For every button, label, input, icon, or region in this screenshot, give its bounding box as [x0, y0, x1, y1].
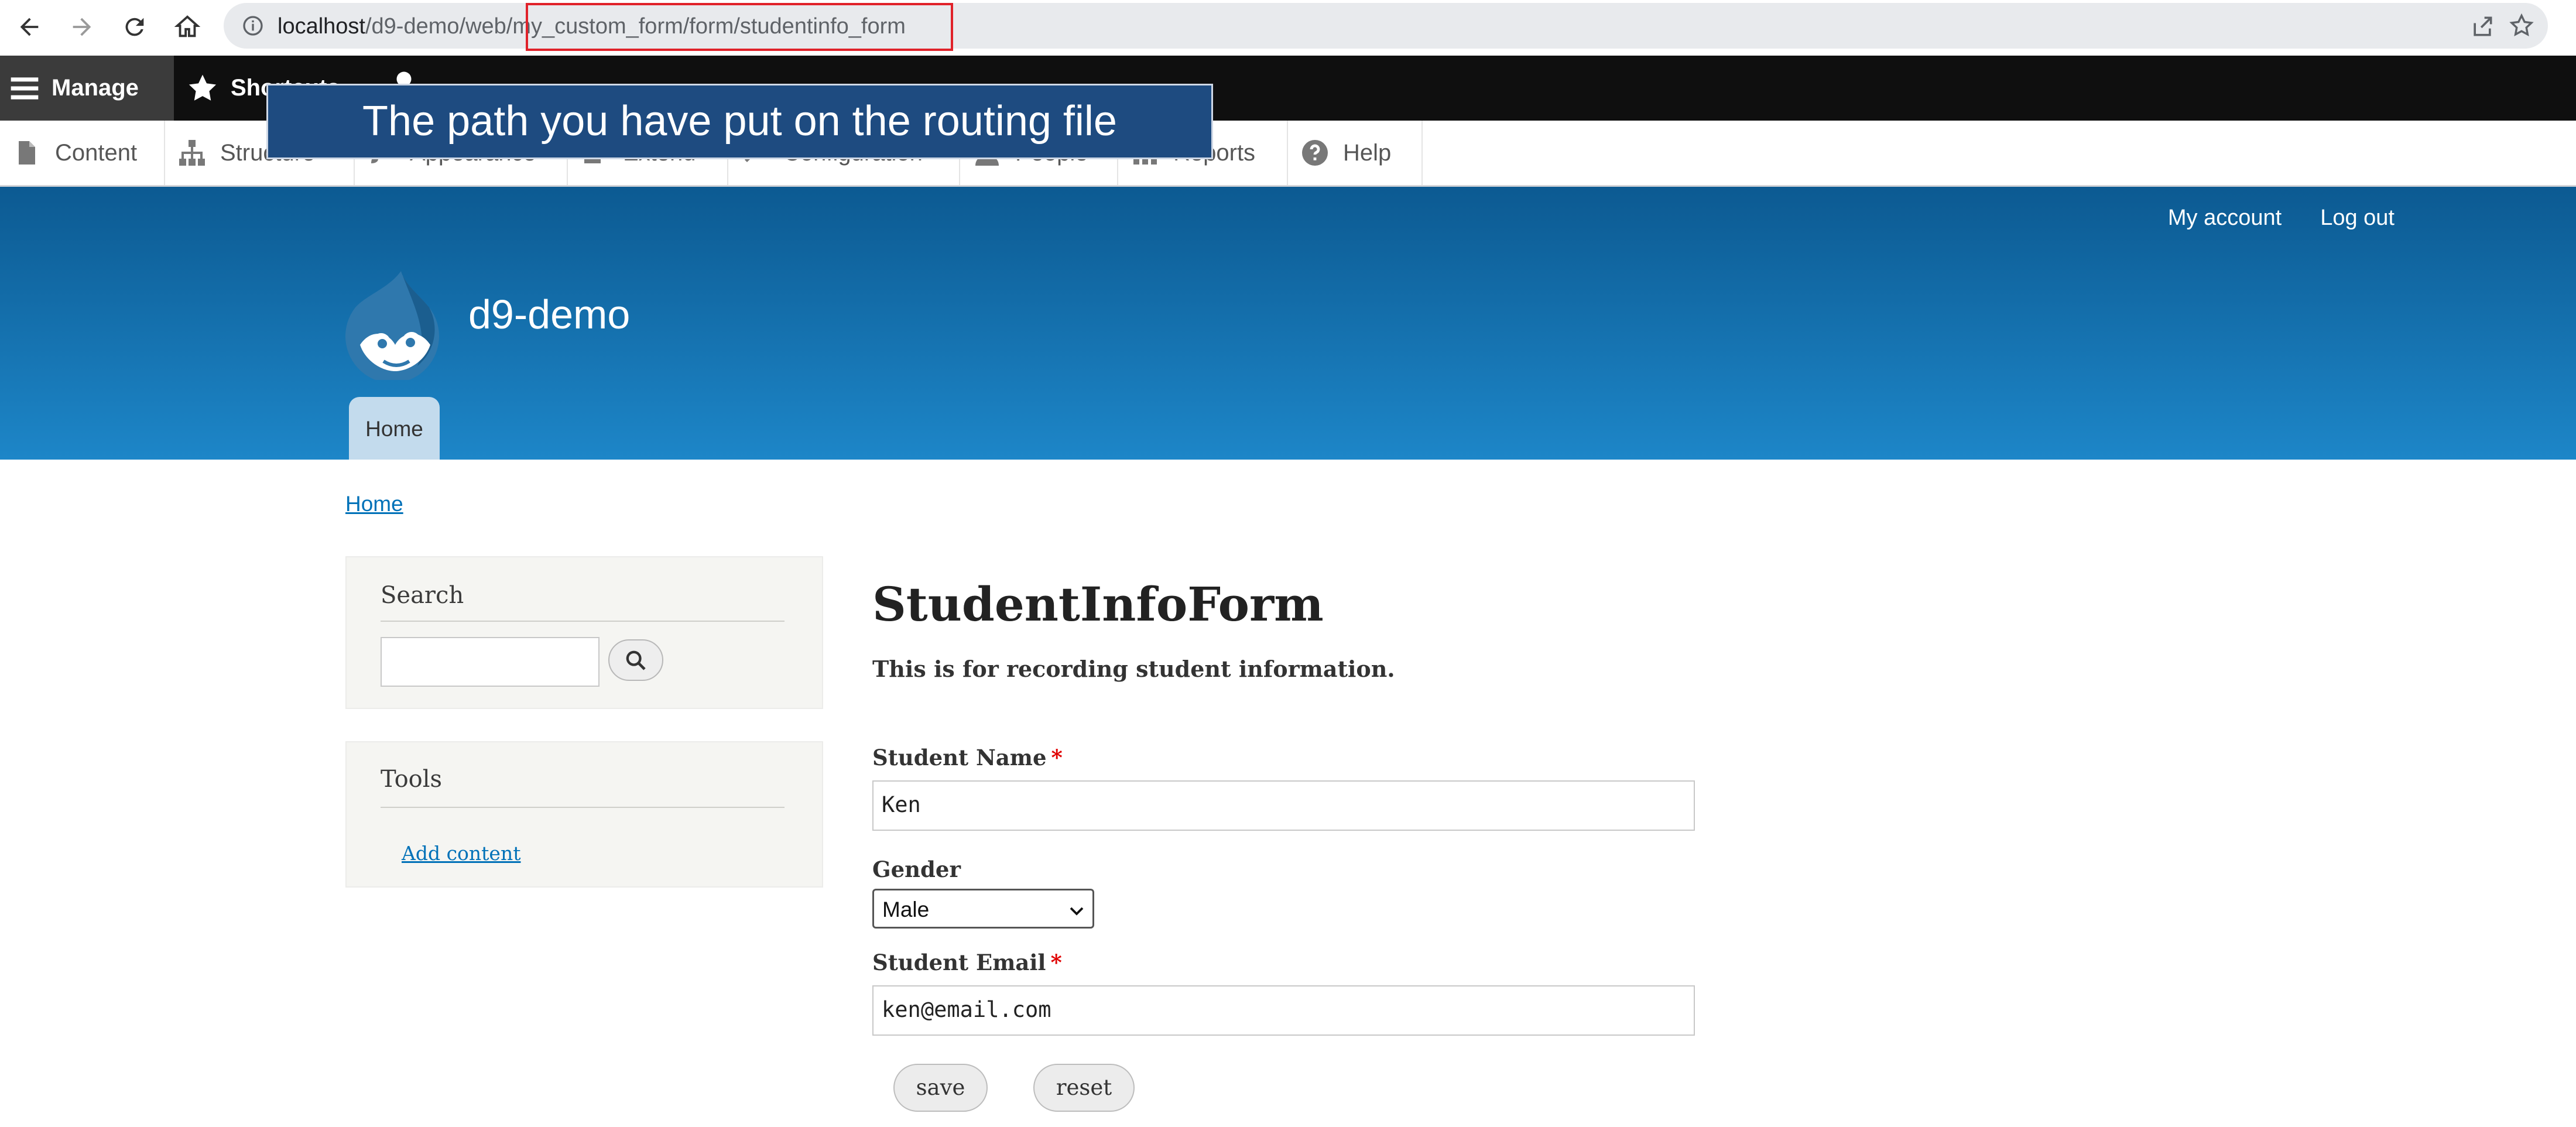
required-marker: * [1050, 950, 1062, 975]
file-icon [19, 141, 35, 165]
url-path-highlight-box [526, 3, 953, 51]
search-block: Search [345, 556, 823, 709]
site-name[interactable]: d9-demo [468, 291, 630, 338]
student-email-label: Student Email * [872, 950, 1062, 975]
gender-label: Gender [872, 857, 961, 882]
search-icon [626, 650, 646, 670]
tray-item-help[interactable]: Help [1288, 121, 1423, 185]
manage-label: Manage [52, 75, 139, 101]
student-name-input[interactable]: Ken [872, 780, 1695, 831]
reset-button[interactable]: reset [1033, 1064, 1135, 1112]
secondary-menu: My account Log out [2168, 205, 2576, 231]
breadcrumb-home-link[interactable]: Home [345, 492, 403, 516]
tools-block-divider [381, 807, 785, 808]
log-out-link[interactable]: Log out [2320, 205, 2395, 231]
bookmark-star-icon[interactable] [2508, 12, 2535, 39]
drupal-logo-icon[interactable] [342, 269, 442, 380]
save-button[interactable]: save [893, 1064, 988, 1112]
search-block-divider [381, 621, 785, 622]
required-marker: * [1051, 745, 1063, 770]
help-icon [1302, 140, 1328, 166]
tray-item-content[interactable]: Content [0, 121, 165, 185]
site-header: My account Log out d9-demo Home [0, 187, 2576, 460]
tools-block-title: Tools [381, 766, 443, 793]
main-nav-home-tab[interactable]: Home [349, 397, 440, 460]
forward-button[interactable] [63, 8, 101, 46]
search-input[interactable] [381, 637, 600, 687]
annotation-callout: The path you have put on the routing fil… [266, 84, 1213, 159]
page-title: StudentInfoForm [872, 577, 1324, 632]
info-icon[interactable] [241, 14, 265, 37]
back-button[interactable] [11, 8, 48, 46]
share-icon[interactable] [2469, 13, 2495, 39]
student-email-input[interactable]: ken@email.com [872, 985, 1695, 1036]
home-icon [174, 15, 201, 37]
home-button[interactable] [169, 8, 206, 46]
search-button[interactable] [608, 639, 663, 681]
sitemap-icon [179, 140, 205, 166]
add-content-link[interactable]: Add content [402, 842, 520, 865]
arrow-right-icon [73, 18, 91, 36]
search-block-title: Search [381, 582, 464, 609]
manage-tab[interactable]: Manage [0, 56, 174, 121]
tools-block: Tools Add content [345, 741, 823, 888]
chevron-down-icon [1070, 907, 1084, 916]
gender-select[interactable]: Male [872, 889, 1094, 929]
browser-chrome: localhost/d9-demo/web/my_custom_form/for… [0, 0, 2576, 56]
arrow-left-icon [20, 18, 39, 36]
hamburger-icon [11, 77, 39, 100]
reload-button[interactable] [116, 8, 153, 46]
student-name-label: Student Name * [872, 745, 1063, 770]
gender-selected-value: Male [882, 898, 930, 922]
star-icon [189, 74, 217, 101]
form-description: This is for recording student informatio… [872, 656, 1395, 682]
reload-icon [125, 18, 144, 36]
my-account-link[interactable]: My account [2168, 205, 2282, 231]
